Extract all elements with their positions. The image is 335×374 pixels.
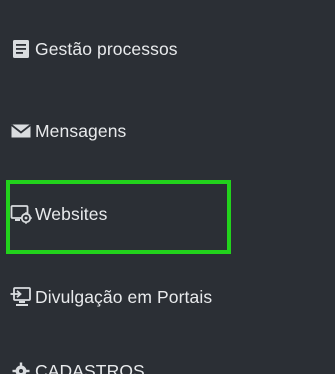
sidebar-item-divulgacao-portais[interactable]: Divulgação em Portais xyxy=(10,282,212,312)
sidebar-item-mensagens[interactable]: Mensagens xyxy=(10,116,126,146)
sidebar-item-cadastros[interactable]: CADASTROS xyxy=(10,356,145,374)
monitor-login-icon xyxy=(10,286,32,308)
sidebar-item-label: Divulgação em Portais xyxy=(35,286,213,307)
gear-icon xyxy=(10,360,32,374)
sidebar-item-label: Gestão processos xyxy=(35,38,178,59)
sidebar-menu: Gestão processos Mensagens Websites Divu… xyxy=(0,0,335,374)
sidebar-item-label: Mensagens xyxy=(35,120,127,141)
envelope-icon xyxy=(10,120,32,142)
sidebar-item-label: Websites xyxy=(35,203,108,224)
website-settings-icon xyxy=(10,203,32,225)
sidebar-item-websites[interactable]: Websites xyxy=(10,199,107,229)
document-icon xyxy=(10,38,32,60)
sidebar-item-gestao-processos[interactable]: Gestão processos xyxy=(10,34,178,64)
sidebar-item-label: CADASTROS xyxy=(35,360,145,374)
